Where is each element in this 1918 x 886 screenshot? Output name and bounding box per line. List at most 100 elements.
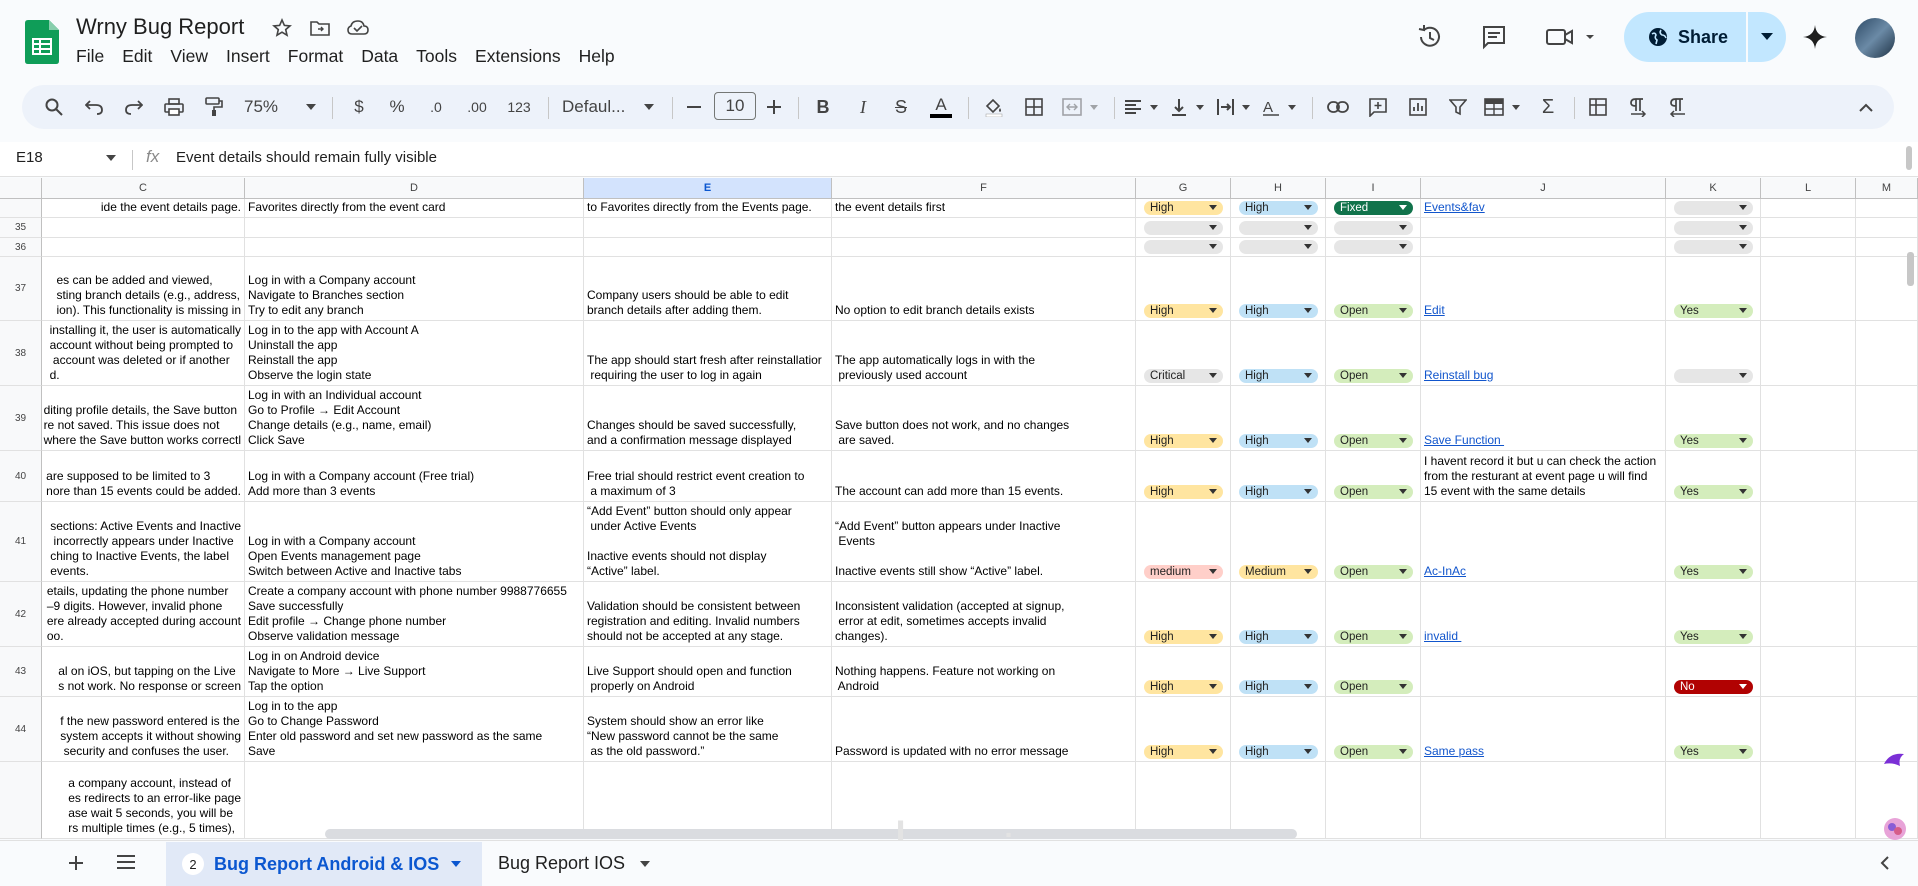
retest-chip[interactable]: Yes: [1674, 434, 1753, 448]
cell-l[interactable]: [1761, 238, 1856, 257]
cell-l[interactable]: [1761, 386, 1856, 451]
link-text[interactable]: Edit: [1424, 303, 1445, 318]
column-header-m[interactable]: M: [1856, 178, 1918, 199]
cell-c[interactable]: a company account, instead of es redirec…: [42, 762, 245, 839]
add-sheet-icon[interactable]: [66, 853, 86, 878]
spreadsheet-grid[interactable]: C D E F G H I J K L Mide the event details page. Fa…: [0, 178, 1918, 839]
link-text[interactable]: Same pass: [1424, 744, 1484, 759]
search-menus-icon[interactable]: [40, 91, 68, 123]
cloud-saved-icon[interactable]: [346, 16, 370, 40]
vertical-scrollbar[interactable]: [1907, 252, 1914, 286]
retest-chip[interactable]: [1674, 369, 1753, 383]
cell-c[interactable]: sections: Active Events and Inactive inc…: [42, 502, 245, 582]
cell-l[interactable]: [1761, 257, 1856, 321]
severity-chip[interactable]: High: [1239, 680, 1318, 694]
link-text[interactable]: Reinstall bug: [1424, 368, 1493, 383]
cell-e[interactable]: [584, 762, 832, 839]
cell-c[interactable]: [42, 218, 245, 238]
link-text[interactable]: Save Function: [1424, 433, 1504, 448]
decrease-font-size-icon[interactable]: [684, 91, 704, 123]
cell-c[interactable]: installing it, the user is automatically…: [42, 321, 245, 386]
retest-chip[interactable]: No: [1674, 680, 1753, 694]
rtl-direction-icon[interactable]: [1664, 91, 1692, 123]
cell-f[interactable]: “Add Event” button appears under Inactiv…: [832, 502, 1136, 582]
cell-d[interactable]: Create a company account with phone numb…: [245, 582, 584, 647]
cell-e[interactable]: “Add Event” button should only appear un…: [584, 502, 832, 582]
cell-m[interactable]: [1856, 218, 1918, 238]
retest-chip[interactable]: Yes: [1674, 304, 1753, 318]
cell-e[interactable]: Free trial should restrict event creatio…: [584, 451, 832, 502]
severity-chip[interactable]: High: [1239, 745, 1318, 759]
font-family-select[interactable]: Defaul...: [562, 91, 648, 123]
severity-chip[interactable]: High: [1239, 304, 1318, 318]
status-chip[interactable]: Open: [1334, 369, 1413, 383]
cell-l[interactable]: [1761, 762, 1856, 839]
retest-chip[interactable]: Yes: [1674, 745, 1753, 759]
cell-j[interactable]: Reinstall bug: [1421, 321, 1666, 386]
share-button[interactable]: Share: [1624, 12, 1746, 62]
cell-m[interactable]: [1856, 199, 1918, 218]
ltr-direction-icon[interactable]: [1624, 91, 1652, 123]
priority-chip[interactable]: medium: [1144, 565, 1223, 579]
link-text[interactable]: invalid: [1424, 629, 1461, 644]
font-size-input[interactable]: 10: [714, 92, 756, 120]
filter-icon[interactable]: [1444, 91, 1472, 123]
cell-c[interactable]: etails, updating the phone number –9 dig…: [42, 582, 245, 647]
sheet-tab-ios[interactable]: Bug Report IOS: [498, 853, 651, 874]
row-header[interactable]: 36: [0, 238, 42, 257]
status-chip[interactable]: Open: [1334, 680, 1413, 694]
decrease-decimal-button[interactable]: .0: [422, 91, 450, 123]
formula-scrollbar[interactable]: [1906, 146, 1912, 170]
menu-tools[interactable]: Tools: [416, 46, 466, 67]
status-chip[interactable]: Fixed: [1334, 201, 1413, 215]
caret-down-icon[interactable]: [451, 861, 462, 867]
column-header-l[interactable]: L: [1761, 178, 1856, 199]
cell-f[interactable]: Save button does not work, and no change…: [832, 386, 1136, 451]
cell-l[interactable]: [1761, 502, 1856, 582]
cell-f[interactable]: The app automatically logs in with the p…: [832, 321, 1136, 386]
cell-j[interactable]: Same pass: [1421, 697, 1666, 762]
cell-d[interactable]: [245, 218, 584, 238]
text-color-icon[interactable]: A: [926, 91, 956, 123]
cell-d[interactable]: Log in on Android device Navigate to Mor…: [245, 647, 584, 697]
row-header[interactable]: 41: [0, 502, 42, 582]
fill-color-icon[interactable]: [980, 91, 1008, 123]
cell-f[interactable]: Nothing happens. Feature not working on …: [832, 647, 1136, 697]
cell-l[interactable]: [1761, 451, 1856, 502]
cell-m[interactable]: [1856, 451, 1918, 502]
cell-e[interactable]: Live Support should open and function pr…: [584, 647, 832, 697]
priority-chip[interactable]: High: [1144, 630, 1223, 644]
vertical-align-icon[interactable]: [1168, 91, 1210, 123]
star-icon[interactable]: [270, 16, 294, 40]
cell-m[interactable]: [1856, 386, 1918, 451]
cell-j[interactable]: Events&fav: [1421, 199, 1666, 218]
cell-l[interactable]: [1761, 697, 1856, 762]
insert-link-icon[interactable]: [1324, 91, 1352, 123]
row-header[interactable]: 39: [0, 386, 42, 451]
zoom-caret-icon[interactable]: [304, 91, 318, 123]
gemini-sparkle-icon[interactable]: [1799, 21, 1831, 53]
cell-j[interactable]: [1421, 238, 1666, 257]
more-formats-button[interactable]: 123: [502, 91, 536, 123]
text-rotation-icon[interactable]: A: [1260, 91, 1302, 123]
bold-icon[interactable]: B: [810, 91, 836, 123]
name-box[interactable]: E18: [16, 149, 43, 166]
menu-insert[interactable]: Insert: [226, 46, 279, 67]
row-header[interactable]: 40: [0, 451, 42, 502]
severity-chip[interactable]: High: [1239, 485, 1318, 499]
status-chip[interactable]: Open: [1334, 745, 1413, 759]
column-header-g[interactable]: G: [1136, 178, 1231, 199]
percent-format-button[interactable]: %: [386, 91, 408, 123]
cell-e[interactable]: Company users should be able to edit bra…: [584, 257, 832, 321]
undo-icon[interactable]: [80, 91, 108, 123]
insert-chart-icon[interactable]: [1404, 91, 1432, 123]
scroll-sheets-left-icon[interactable]: [1880, 856, 1890, 875]
share-dropdown-button[interactable]: [1748, 12, 1786, 62]
severity-chip[interactable]: Medium: [1239, 565, 1318, 579]
cell-l[interactable]: [1761, 218, 1856, 238]
cell-d[interactable]: Log in to the app with Account A Uninsta…: [245, 321, 584, 386]
severity-chip[interactable]: High: [1239, 201, 1318, 215]
feedback-icon[interactable]: [1880, 748, 1910, 778]
priority-chip[interactable]: High: [1144, 680, 1223, 694]
status-chip[interactable]: [1334, 240, 1413, 254]
